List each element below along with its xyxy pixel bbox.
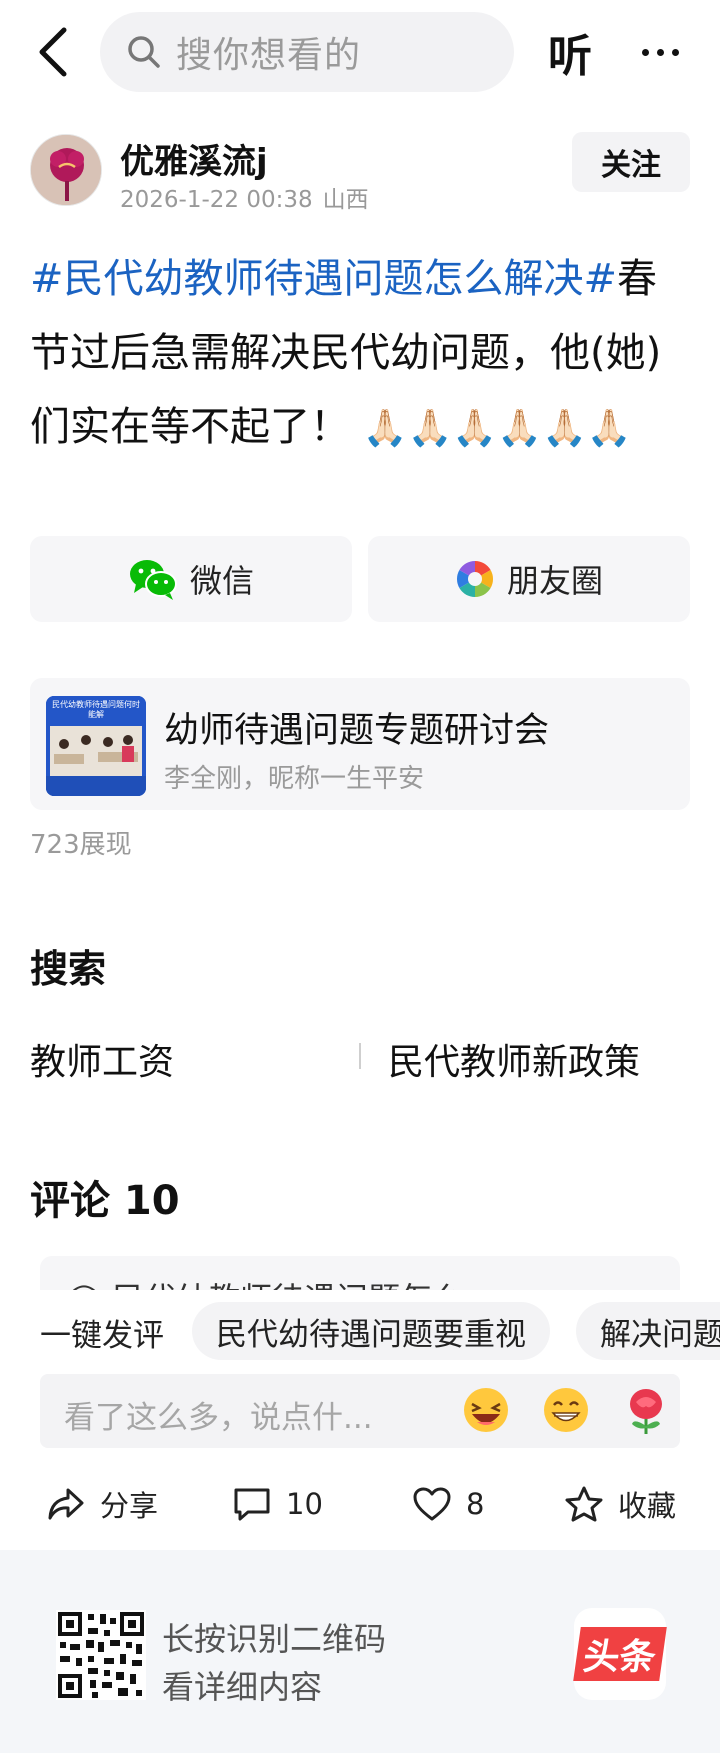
footer-scan-hint: 长按识别二维码	[162, 1620, 387, 1658]
praying-hands-emoji: 🙏🏻🙏🏻🙏🏻🙏🏻🙏🏻🙏🏻	[362, 408, 632, 449]
share-wechat-label: 微信	[189, 562, 254, 600]
related-search-term[interactable]: 教师工资	[30, 1033, 174, 1085]
favorite-action-label: 收藏	[618, 1489, 677, 1523]
listen-button[interactable]: 听	[548, 20, 608, 84]
quick-comment-chip[interactable]: 解决问题	[576, 1302, 720, 1360]
author-avatar[interactable]	[30, 134, 102, 206]
grinning-emoji-icon[interactable]	[540, 1384, 592, 1436]
post-datetime: 2026-1-22 00:38	[120, 187, 313, 213]
follow-button[interactable]: 关注	[572, 132, 690, 192]
star-icon	[565, 1486, 603, 1522]
more-dot-icon	[656, 48, 664, 56]
article-thumbnail-caption: 民代幼教师待遇问题何时能解	[52, 700, 140, 719]
related-search-heading: 搜索	[30, 947, 107, 991]
related-search-term[interactable]: 民代教师新政策	[388, 1033, 640, 1085]
heart-icon	[413, 1487, 451, 1521]
footer-banner: 长按识别二维码 看详细内容 头条	[0, 1550, 720, 1753]
flower-icon	[31, 135, 101, 205]
more-dot-icon	[671, 48, 679, 56]
moments-icon	[456, 561, 493, 597]
search-divider	[359, 1043, 361, 1069]
comment-action-button[interactable]: 10	[232, 1476, 323, 1532]
share-wechat-button[interactable]: 微信	[30, 536, 352, 622]
like-count: 8	[466, 1487, 485, 1521]
post-hashtag[interactable]: #民代幼教师待遇问题怎么解决#	[30, 256, 617, 302]
more-options-button[interactable]	[630, 24, 690, 80]
toutiao-logo: 头条	[573, 1608, 667, 1700]
quick-comment-label: 一键发评	[40, 1318, 164, 1354]
search-icon	[128, 36, 160, 68]
share-action-label: 分享	[100, 1489, 159, 1523]
comment-bubble-icon	[234, 1488, 270, 1521]
comment-count: 10	[286, 1487, 323, 1521]
post-meta: 2026-1-22 00:38 山西	[120, 180, 369, 214]
back-button[interactable]	[28, 22, 76, 82]
share-action-button[interactable]: 分享	[46, 1476, 158, 1532]
quick-comment-row: 一键发评 民代幼待遇问题要重视 解决问题	[0, 1300, 720, 1362]
brand-logo-text: 头条	[573, 1627, 667, 1681]
post-location: 山西	[322, 187, 369, 213]
author-name[interactable]: 优雅溪流j	[120, 134, 268, 183]
back-arrow-icon	[39, 27, 67, 77]
wechat-icon	[129, 560, 177, 600]
more-dot-icon	[641, 48, 649, 56]
comment-input-placeholder: 看了这么多，说点什...	[64, 1400, 373, 1436]
footer-detail-hint: 看详细内容	[162, 1668, 323, 1706]
qr-code-icon[interactable]	[56, 1610, 146, 1700]
article-thumbnail: 民代幼教师待遇问题何时能解	[46, 696, 146, 796]
comments-heading: 评论 10	[30, 1178, 180, 1224]
favorite-action-button[interactable]: 收藏	[564, 1476, 676, 1532]
share-moments-label: 朋友圈	[506, 562, 603, 600]
search-placeholder: 搜你想看的	[176, 35, 362, 76]
search-bar[interactable]: 搜你想看的	[100, 12, 514, 92]
post-content: #民代幼教师待遇问题怎么解决#春节过后急需解决民代幼问题，他(她)们实在等不起了…	[30, 242, 696, 466]
share-moments-button[interactable]: 朋友圈	[368, 536, 690, 622]
comment-input[interactable]: 看了这么多，说点什...	[40, 1374, 680, 1448]
linked-article-card[interactable]: 民代幼教师待遇问题何时能解 幼师待遇问题专题研讨会 李全刚，昵称一生平安	[30, 678, 690, 810]
rose-emoji-icon[interactable]	[620, 1384, 672, 1436]
quick-comment-chip[interactable]: 民代幼待遇问题要重视	[192, 1302, 550, 1360]
article-title: 幼师待遇问题专题研讨会	[164, 711, 550, 751]
view-count: 723展现	[30, 830, 132, 860]
share-arrow-icon	[48, 1488, 84, 1520]
like-action-button[interactable]: 8	[412, 1476, 484, 1532]
laughing-emoji-icon[interactable]	[460, 1384, 512, 1436]
article-subtitle: 李全刚，昵称一生平安	[164, 764, 425, 794]
